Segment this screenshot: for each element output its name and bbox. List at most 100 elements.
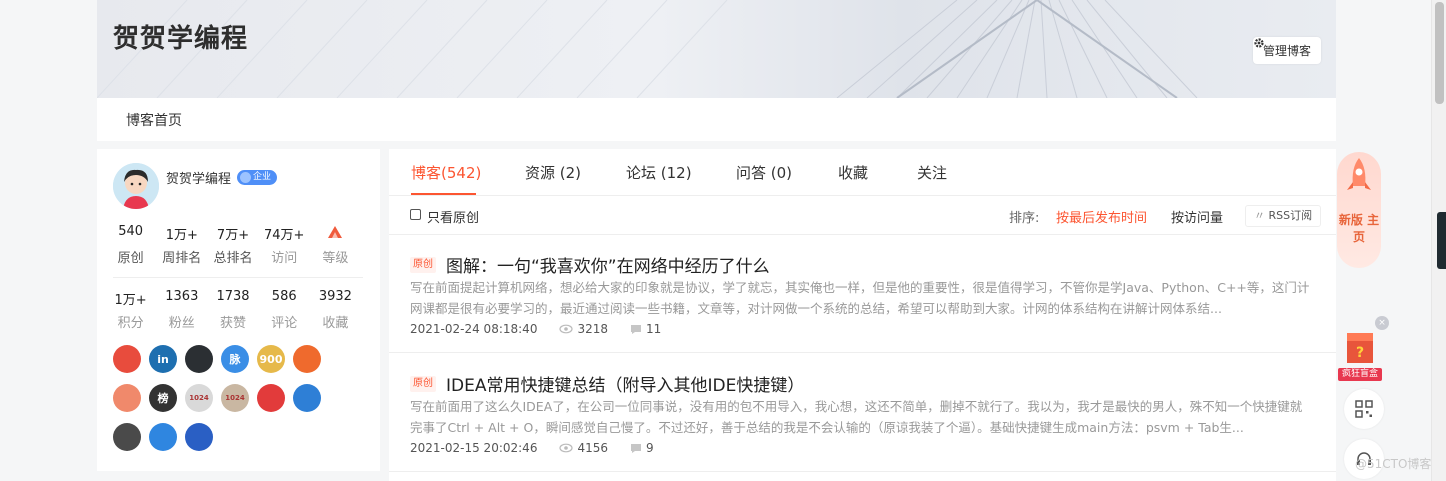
stat-value: 7万+ (216, 228, 250, 243)
idol-badge-icon[interactable] (113, 384, 141, 412)
blind-box-label: 疯狂盲盒 (1338, 368, 1382, 381)
stat-value: 3932 (318, 289, 352, 304)
article-views: 4156 (577, 441, 608, 455)
original-tag: 原创 (410, 376, 436, 392)
stat-label: 周排名 (162, 251, 202, 266)
content-tabs: 博客(542) 资源 (2) 论坛 (12) 问答 (0) 收藏 关注 (389, 149, 1336, 196)
shield-badge-icon[interactable] (149, 423, 177, 451)
main-content: 博客(542) 资源 (2) 论坛 (12) 问答 (0) 收藏 关注 只看原创… (389, 149, 1336, 481)
blog-title: 贺贺学编程 (113, 24, 249, 54)
stat-points: 1万+ 积分 (105, 289, 156, 331)
tab-resources[interactable]: 资源 (2) (525, 162, 581, 183)
github-badge-icon[interactable] (185, 345, 213, 373)
level-badge-icon[interactable] (113, 423, 141, 451)
tab-following[interactable]: 关注 (917, 162, 947, 183)
manage-blog-button[interactable]: 管理博客 (1252, 37, 1321, 64)
article-comments: 9 (646, 441, 654, 455)
blog-nav: 博客首页 (97, 98, 1336, 141)
tab-forum[interactable]: 论坛 (12) (626, 162, 692, 183)
stat-fans[interactable]: 1363 粉丝 (156, 289, 207, 331)
scrollbar-thumb[interactable] (1435, 2, 1444, 104)
banner-skyscraper-graphic (97, 0, 1198, 98)
level-icon (310, 224, 361, 242)
stat-label: 评论 (271, 316, 298, 331)
stat-label: 收藏 (322, 316, 349, 331)
manage-blog-label: 管理博客 (1262, 44, 1311, 58)
comment-icon (630, 443, 642, 454)
stat-total-rank: 7万+ 总排名 (207, 224, 258, 266)
upvote-badge-icon[interactable] (293, 345, 321, 373)
mascot-badge-icon[interactable] (113, 345, 141, 373)
enterprise-verified-badge: 企业 (237, 170, 278, 185)
article-title[interactable]: IDEA常用快捷键总结（附导入其他IDE快捷键） (446, 371, 804, 396)
linkedin-badge-icon[interactable]: in (149, 345, 177, 373)
stat-value: 540 (118, 224, 144, 239)
stat-level[interactable]: 等级 (310, 224, 361, 266)
original-tag: 原创 (410, 257, 436, 273)
qrcode-icon (1355, 400, 1373, 418)
article-item[interactable]: 原创 IDEA常用快捷键总结（附导入其他IDE快捷键） 写在前面用了这么久IDE… (389, 354, 1336, 472)
site-watermark: @51CTO博客 (1355, 457, 1432, 471)
gift-box-icon: ? (1347, 333, 1373, 363)
rocket-badge-icon[interactable] (185, 423, 213, 451)
article-meta: 2021-02-24 08:18:40 3218 11 (410, 322, 661, 336)
book-badge-icon[interactable] (293, 384, 321, 412)
stat-favorites: 3932 收藏 (310, 289, 361, 331)
avatar[interactable] (113, 163, 159, 209)
1024-badge-icon[interactable]: 1024 (185, 384, 213, 412)
tab-favorites[interactable]: 收藏 (838, 162, 868, 183)
stat-likes: 1738 获赞 (207, 289, 258, 331)
stat-label: 粉丝 (168, 316, 195, 331)
stat-original: 540 原创 (105, 224, 156, 266)
stat-value: 1363 (165, 289, 199, 304)
profile-card: 贺贺学编程 企业 540 原创 1万+ 周排名 7万+ 总排名 74万+ 访问 … (97, 149, 380, 471)
stats-row-2: 1万+ 积分 1363 粉丝 1738 获赞 586 评论 3932 收藏 (105, 289, 361, 331)
stat-label: 访问 (271, 251, 298, 266)
article-date: 2021-02-24 08:18:40 (410, 322, 538, 336)
tab-qa[interactable]: 问答 (0) (736, 162, 792, 183)
article-title[interactable]: 图解：一句“我喜欢你”在网络中经历了什么 (446, 252, 770, 277)
sort-by-views[interactable]: 按访问量 (1171, 207, 1223, 226)
rss-icon: 〃 (1254, 209, 1265, 222)
rss-subscribe-button[interactable]: 〃 RSS订阅 (1245, 205, 1322, 227)
stat-value: 74万+ (263, 228, 305, 243)
stat-visits: 74万+ 访问 (259, 224, 310, 266)
article-date: 2021-02-15 20:02:46 (410, 441, 538, 455)
svg-text:?: ? (1356, 345, 1364, 361)
stat-label: 原创 (117, 251, 144, 266)
check-in-badge-icon[interactable]: 900 (257, 345, 285, 373)
gear-icon (1254, 38, 1264, 48)
pen-badge-icon[interactable] (257, 384, 285, 412)
article-comments: 11 (646, 322, 662, 336)
only-original-checkbox[interactable] (410, 209, 421, 220)
stat-weekly-rank: 1万+ 周排名 (156, 224, 207, 266)
avatar-illustration (113, 163, 159, 209)
article-item[interactable]: 原创 图解：一句“我喜欢你”在网络中经历了什么 写在前面提起计算机网络，想必给大… (389, 235, 1336, 353)
rss-label: RSS订阅 (1268, 209, 1313, 222)
stat-value: 1万+ (114, 293, 147, 308)
article-views: 3218 (577, 322, 608, 336)
stat-value: 1738 (216, 289, 250, 304)
eye-icon (559, 324, 574, 334)
qrcode-button[interactable] (1344, 389, 1384, 429)
achievement-badges: in 脉 900 榜 1024 1024 (113, 345, 363, 451)
sort-label: 排序: (1009, 211, 1040, 226)
side-panel-tab[interactable] (1437, 212, 1446, 269)
stat-label: 总排名 (213, 251, 253, 266)
stat-label: 积分 (117, 316, 144, 331)
tab-blog[interactable]: 博客(542) (411, 162, 481, 183)
filter-bar: 只看原创 排序: 按最后发布时间 按访问量 〃 RSS订阅 (389, 197, 1336, 235)
profile-username[interactable]: 贺贺学编程 (166, 168, 231, 187)
stats-row-1: 540 原创 1万+ 周排名 7万+ 总排名 74万+ 访问 等级 (105, 224, 361, 266)
stat-value: 1万+ (165, 228, 198, 243)
new-homepage-promo[interactable]: 新版 主页 (1337, 152, 1381, 268)
hexagon-badge-icon[interactable]: 榜 (149, 384, 177, 412)
stat-value: 586 (271, 289, 297, 304)
1024-gold-badge-icon[interactable]: 1024 (221, 384, 249, 412)
network-badge-icon[interactable]: 脉 (221, 345, 249, 373)
close-icon[interactable]: × (1375, 316, 1389, 330)
nav-blog-home[interactable]: 博客首页 (126, 110, 182, 130)
only-original-label[interactable]: 只看原创 (427, 207, 479, 226)
sort-by-latest[interactable]: 按最后发布时间 (1056, 207, 1147, 226)
article-meta: 2021-02-15 20:02:46 4156 9 (410, 441, 654, 455)
